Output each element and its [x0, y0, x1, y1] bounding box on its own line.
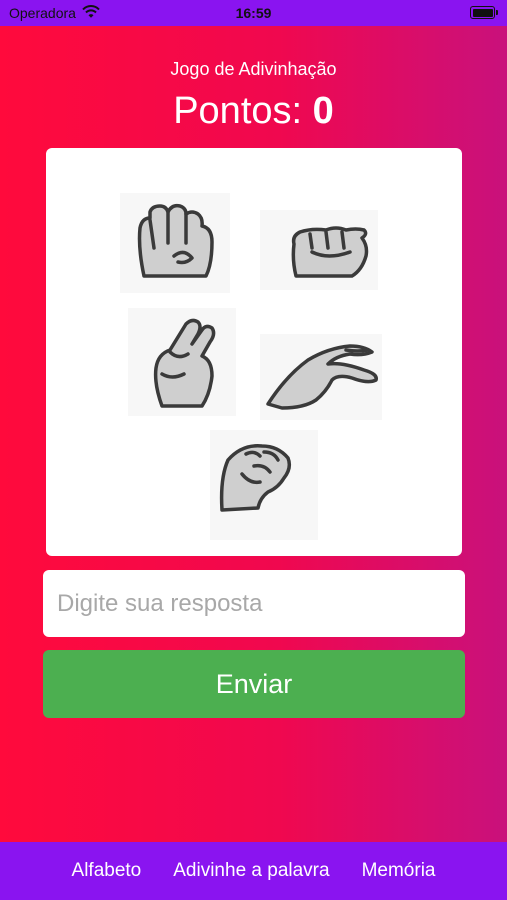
hand-sign-icon [260, 210, 378, 290]
status-time: 16:59 [235, 5, 272, 21]
battery-icon [470, 6, 498, 19]
score-value: 0 [312, 90, 334, 132]
tab-memoria[interactable]: Memória [346, 860, 452, 882]
sign-image-card [46, 148, 462, 556]
hand-sign-icon [128, 308, 236, 416]
hand-sign-icon [260, 334, 382, 420]
answer-input[interactable] [43, 570, 465, 637]
bottom-tab-bar: Alfabeto Adivinhe a palavra Memória [0, 842, 507, 900]
hand-sign-icon [120, 193, 230, 293]
score-label: Pontos: [173, 90, 303, 132]
tab-adivinhe-a-palavra[interactable]: Adivinhe a palavra [157, 860, 345, 882]
game-screen: Jogo de Adivinhação Pontos: 0 Digite sua… [0, 26, 507, 842]
submit-button[interactable]: Enviar [43, 650, 465, 718]
hand-sign-icon [210, 430, 318, 540]
tab-alfabeto[interactable]: Alfabeto [56, 860, 158, 882]
hand-signs-image [120, 193, 382, 540]
game-title: Jogo de Adivinhação [170, 59, 337, 79]
status-bar: Operadora 16:59 [0, 0, 507, 26]
score-display: Pontos: 0 [0, 90, 507, 133]
